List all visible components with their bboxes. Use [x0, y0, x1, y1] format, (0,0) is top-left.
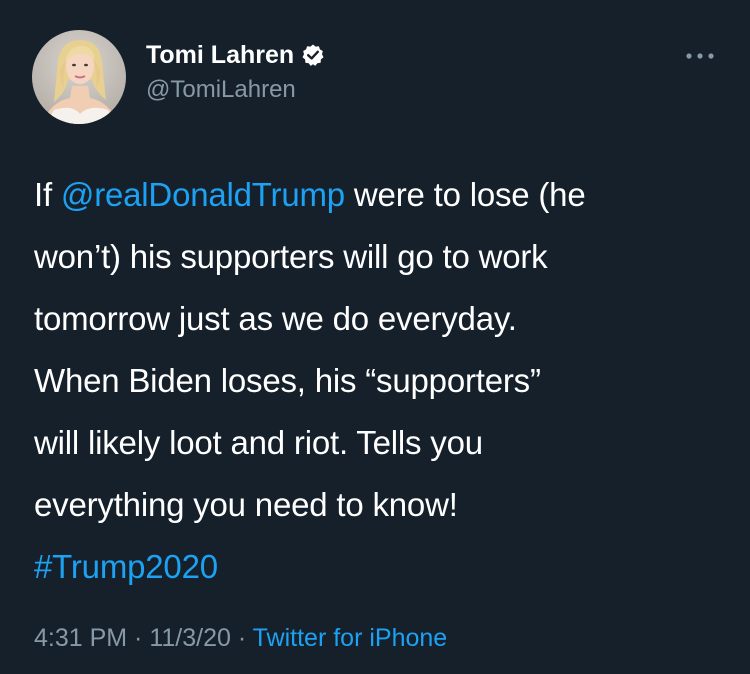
- verified-badge-icon: [301, 43, 325, 67]
- avatar[interactable]: [32, 30, 126, 124]
- mention-link[interactable]: @realDonaldTrump: [61, 176, 345, 213]
- tweet-time[interactable]: 4:31 PM: [34, 624, 127, 652]
- tweet-line-2: won’t) his supporters will go to work: [34, 238, 548, 275]
- meta-separator: ·: [127, 624, 150, 652]
- hashtag-link[interactable]: #Trump2020: [34, 548, 218, 585]
- tweet-date[interactable]: 11/3/20: [149, 624, 231, 652]
- name-row: Tomi Lahren: [146, 40, 325, 70]
- tweet-line-4: When Biden loses, his “supporters”: [34, 362, 541, 399]
- tweet-line-5: will likely loot and riot. Tells you: [34, 424, 483, 461]
- user-handle[interactable]: @TomiLahren: [146, 76, 296, 104]
- tweet-line-1: If @realDonaldTrump were to lose (he: [34, 164, 724, 226]
- tweet-card: Tomi Lahren @TomiLahren If @realDonaldTr…: [0, 0, 750, 674]
- tweet-text: If @realDonaldTrump were to lose (he won…: [34, 164, 724, 598]
- tweet-text-prefix: If: [34, 176, 61, 213]
- tweet-source-link[interactable]: Twitter for iPhone: [253, 624, 448, 652]
- tweet-meta: 4:31 PM · 11/3/20 · Twitter for iPhone: [34, 624, 447, 653]
- tweet-line-7: #Trump2020: [34, 536, 724, 598]
- tweet-line-6: everything you need to know!: [34, 486, 458, 523]
- more-options-icon[interactable]: [684, 44, 716, 68]
- profile-photo-icon: [42, 40, 118, 124]
- tweet-text-suffix: were to lose (he: [344, 176, 586, 213]
- tweet-line-3: tomorrow just as we do everyday.: [34, 300, 517, 337]
- meta-separator: ·: [230, 624, 253, 652]
- display-name[interactable]: Tomi Lahren: [146, 41, 294, 70]
